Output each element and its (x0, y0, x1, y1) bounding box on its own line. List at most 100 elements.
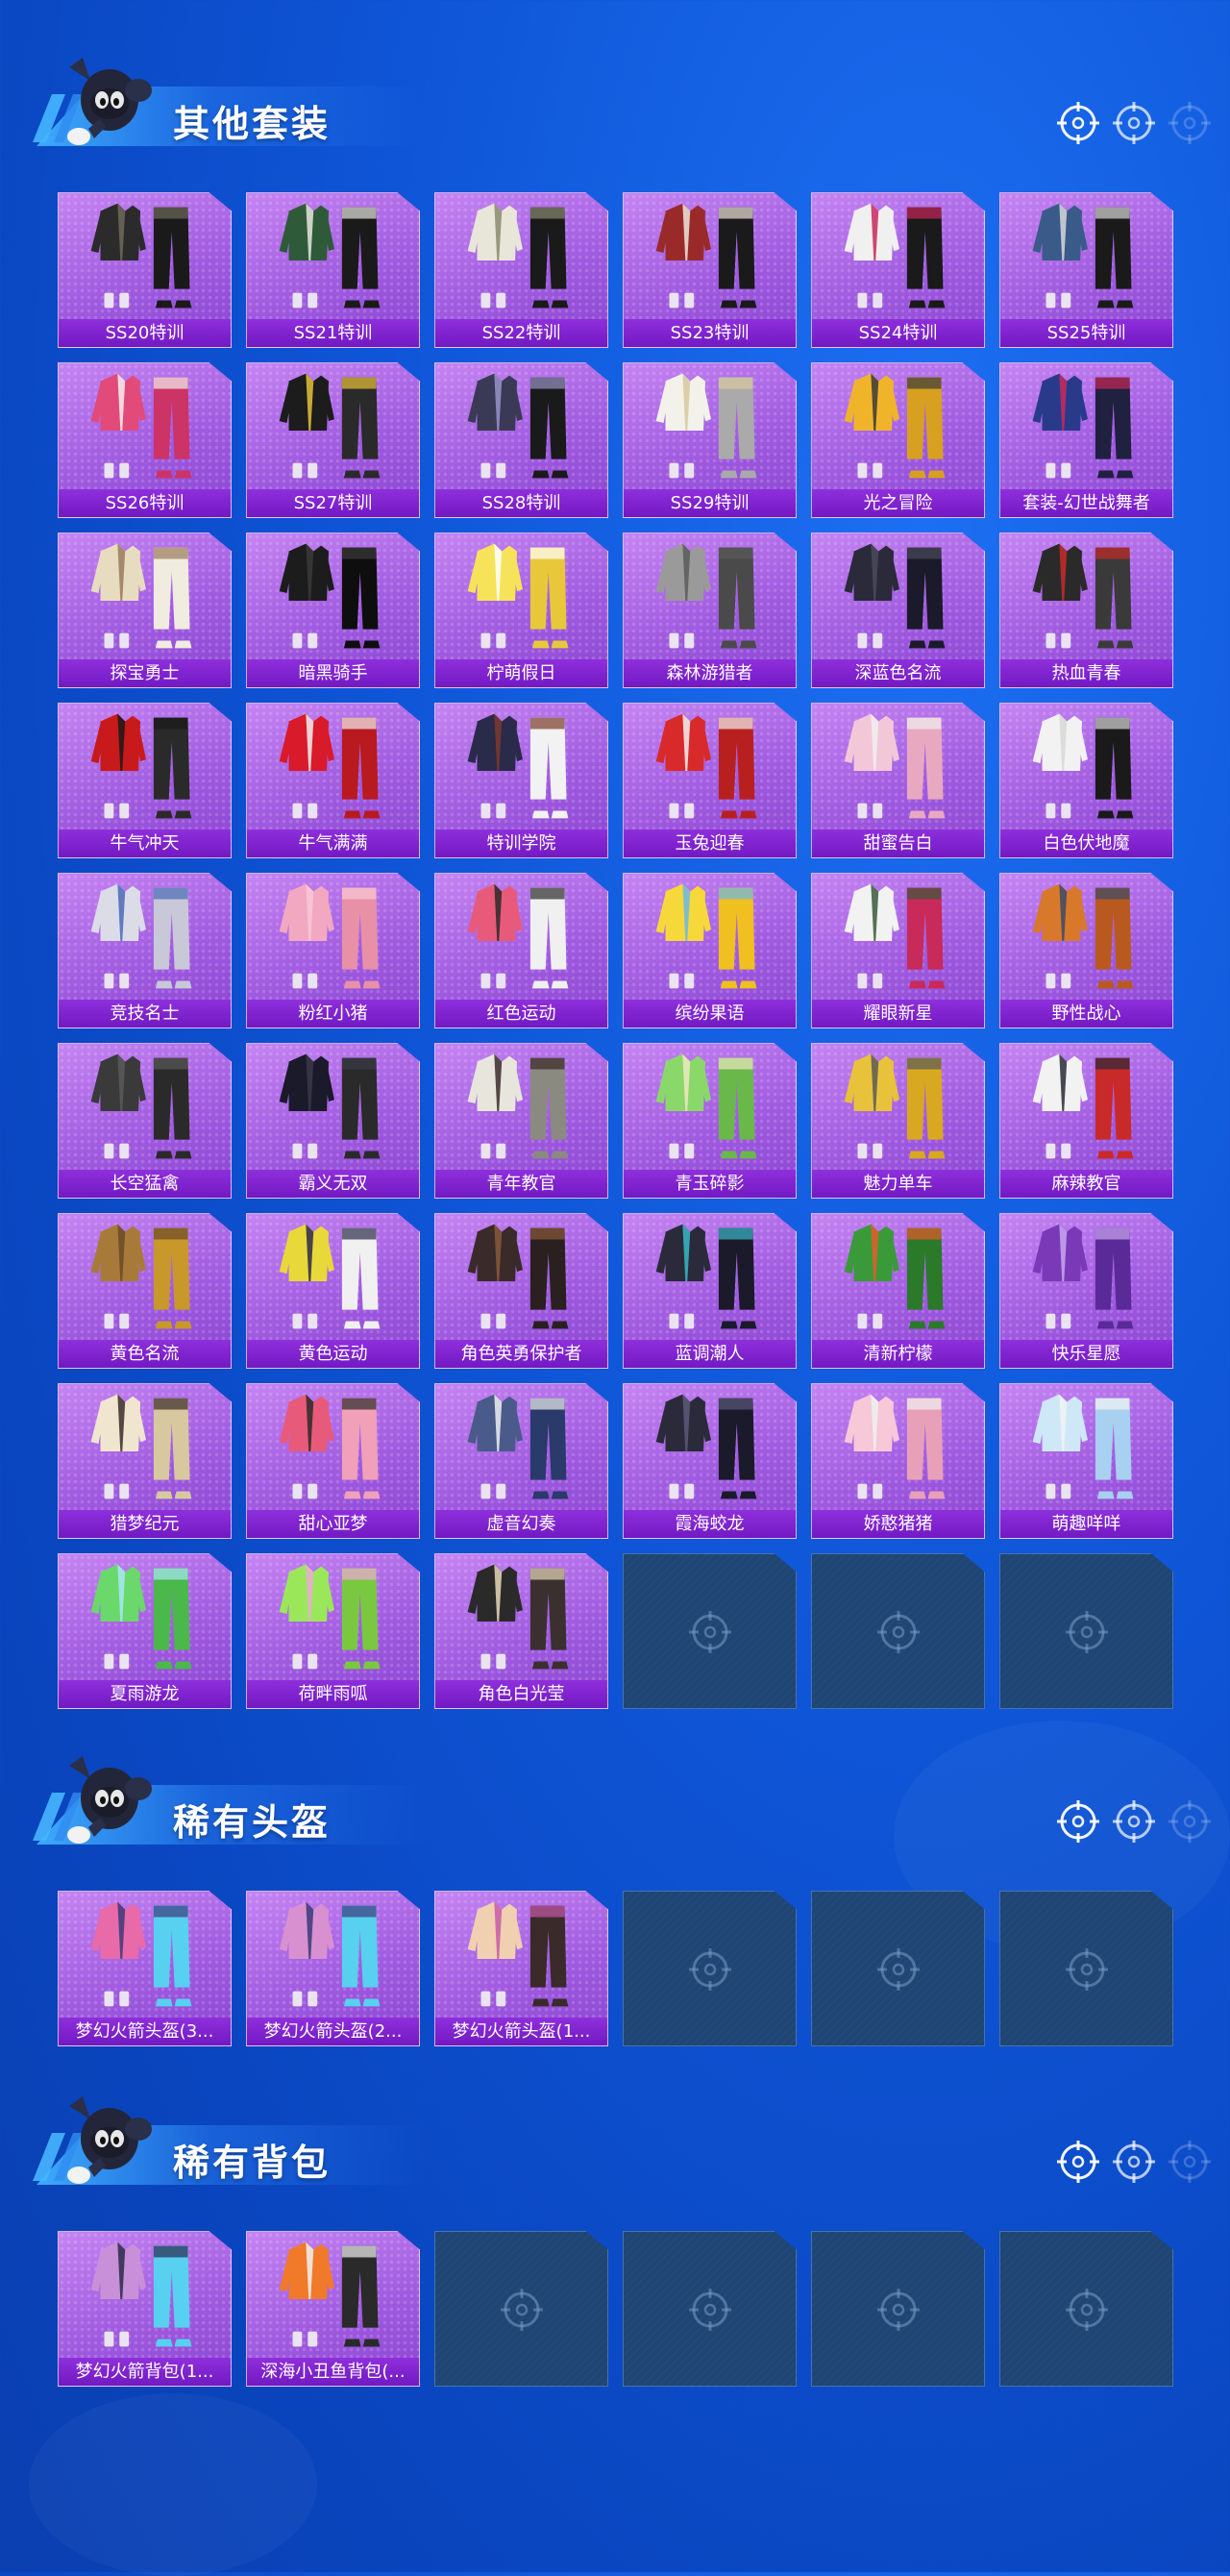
item-card[interactable]: 缤纷果语 (623, 873, 797, 1028)
item-label: 萌趣咩咩 (1000, 1510, 1172, 1538)
item-label: 玉兔迎春 (624, 830, 796, 857)
item-card[interactable]: 蓝调潮人 (623, 1213, 797, 1369)
item-card[interactable]: SS22特训 (434, 192, 608, 348)
item-label: 长空猛禽 (59, 1170, 231, 1198)
item-card[interactable]: 梦幻火箭头盔(1... (434, 1891, 608, 2046)
item-grid: 梦幻火箭头盔(3... 梦幻火箭头盔(2... 梦幻火箭头盔(1... (58, 1891, 1173, 2046)
header-crosshair-icons (1057, 102, 1211, 144)
item-label: 荷畔雨呱 (247, 1680, 419, 1708)
mascot-icon (50, 1750, 165, 1854)
item-card[interactable]: 青玉碎影 (623, 1043, 797, 1199)
item-card[interactable]: 霸义无双 (246, 1043, 420, 1199)
item-card[interactable]: 甜心亚梦 (246, 1383, 420, 1539)
item-card[interactable]: SS25特训 (999, 192, 1173, 348)
item-label: 深蓝色名流 (812, 659, 984, 687)
item-card[interactable]: SS20特训 (58, 192, 232, 348)
item-label: 青玉碎影 (624, 1170, 796, 1198)
item-label: SS26特训 (59, 489, 231, 517)
item-card[interactable]: 梦幻火箭头盔(3... (58, 1891, 232, 2046)
item-card[interactable]: 黄色运动 (246, 1213, 420, 1369)
item-label: SS28特训 (435, 489, 607, 517)
item-label: 甜心亚梦 (247, 1510, 419, 1538)
item-card[interactable]: 霞海蛟龙 (623, 1383, 797, 1539)
item-label: 套装-幻世战舞者 (1000, 489, 1172, 517)
item-label: 光之冒险 (812, 489, 984, 517)
item-card[interactable]: 竞技名士 (58, 873, 232, 1028)
item-card[interactable]: 特训学院 (434, 703, 608, 858)
item-card[interactable]: 清新柠檬 (811, 1213, 985, 1369)
item-label: 麻辣教官 (1000, 1170, 1172, 1198)
header-crosshair-icons (1057, 2141, 1211, 2183)
item-card[interactable]: SS23特训 (623, 192, 797, 348)
item-card[interactable]: 森林游猎者 (623, 533, 797, 688)
crosshair-icon (1168, 102, 1211, 144)
section-other-suits: 其他套装 SS20特训 SS21特训 SS22特训 SS23特训 SS24特训 SS25特训… (0, 48, 1230, 1709)
item-card[interactable]: 长空猛禽 (58, 1043, 232, 1199)
item-card[interactable]: 套装-幻世战舞者 (999, 362, 1173, 518)
item-card[interactable]: 魅力单车 (811, 1043, 985, 1199)
item-card[interactable]: SS29特训 (623, 362, 797, 518)
section-title: 稀有背包 (173, 2142, 332, 2184)
item-label: 快乐星愿 (1000, 1340, 1172, 1368)
item-card[interactable]: 野性战心 (999, 873, 1173, 1028)
item-label: 红色运动 (435, 1000, 607, 1028)
item-card[interactable]: 麻辣教官 (999, 1043, 1173, 1199)
item-card[interactable]: 黄色名流 (58, 1213, 232, 1369)
item-card[interactable]: 深海小丑鱼背包(... (246, 2231, 420, 2387)
item-card[interactable]: 牛气冲天 (58, 703, 232, 858)
empty-slot (999, 2231, 1173, 2387)
item-card[interactable]: 娇憨猪猪 (811, 1383, 985, 1539)
item-card[interactable]: SS27特训 (246, 362, 420, 518)
item-card[interactable]: 角色白光莹 (434, 1553, 608, 1709)
item-card[interactable]: 梦幻火箭背包(1... (58, 2231, 232, 2387)
item-label: 森林游猎者 (624, 659, 796, 687)
item-card[interactable]: 荷畔雨呱 (246, 1553, 420, 1709)
empty-slot (811, 1891, 985, 2046)
item-card[interactable]: 红色运动 (434, 873, 608, 1028)
item-label: 角色白光莹 (435, 1680, 607, 1708)
item-card[interactable]: 光之冒险 (811, 362, 985, 518)
item-card[interactable]: 梦幻火箭头盔(2... (246, 1891, 420, 2046)
item-label: 甜蜜告白 (812, 830, 984, 857)
item-card[interactable]: 青年教官 (434, 1043, 608, 1199)
item-label: SS21特训 (247, 319, 419, 347)
empty-slot (623, 1891, 797, 2046)
empty-slot (623, 2231, 797, 2387)
item-card[interactable]: 柠萌假日 (434, 533, 608, 688)
section-title: 其他套装 (173, 103, 332, 145)
item-card[interactable]: 夏雨游龙 (58, 1553, 232, 1709)
item-card[interactable]: 快乐星愿 (999, 1213, 1173, 1369)
item-card[interactable]: 甜蜜告白 (811, 703, 985, 858)
item-label: SS23特训 (624, 319, 796, 347)
item-card[interactable]: 虚音幻奏 (434, 1383, 608, 1539)
item-card[interactable]: 白色伏地魔 (999, 703, 1173, 858)
item-card[interactable]: 深蓝色名流 (811, 533, 985, 688)
item-card[interactable]: 粉红小猪 (246, 873, 420, 1028)
empty-slot (811, 1553, 985, 1709)
item-card[interactable]: 玉兔迎春 (623, 703, 797, 858)
item-card[interactable]: SS26特训 (58, 362, 232, 518)
item-label: 梦幻火箭头盔(3... (59, 2018, 231, 2045)
item-card[interactable]: 萌趣咩咩 (999, 1383, 1173, 1539)
item-card[interactable]: SS28特训 (434, 362, 608, 518)
item-card[interactable]: SS21特训 (246, 192, 420, 348)
item-card[interactable]: 暗黑骑手 (246, 533, 420, 688)
background-parachute-decoration (29, 2393, 317, 2576)
section-header-rare-helmets: 稀有头盔 (0, 1746, 1230, 1852)
empty-slot (999, 1891, 1173, 2046)
item-card[interactable]: 角色英勇保护者 (434, 1213, 608, 1369)
empty-slot (623, 1553, 797, 1709)
item-card[interactable]: 猎梦纪元 (58, 1383, 232, 1539)
section-title: 稀有头盔 (173, 1801, 332, 1844)
crosshair-icon (1057, 102, 1099, 144)
item-label: 缤纷果语 (624, 1000, 796, 1028)
item-label: 牛气满满 (247, 830, 419, 857)
item-card[interactable]: 耀眼新星 (811, 873, 985, 1028)
item-label: SS22特训 (435, 319, 607, 347)
item-card[interactable]: 牛气满满 (246, 703, 420, 858)
crosshair-icon (1168, 1800, 1211, 1843)
item-card[interactable]: 热血青春 (999, 533, 1173, 688)
item-card[interactable]: 探宝勇士 (58, 533, 232, 688)
item-card[interactable]: SS24特训 (811, 192, 985, 348)
item-label: SS24特训 (812, 319, 984, 347)
